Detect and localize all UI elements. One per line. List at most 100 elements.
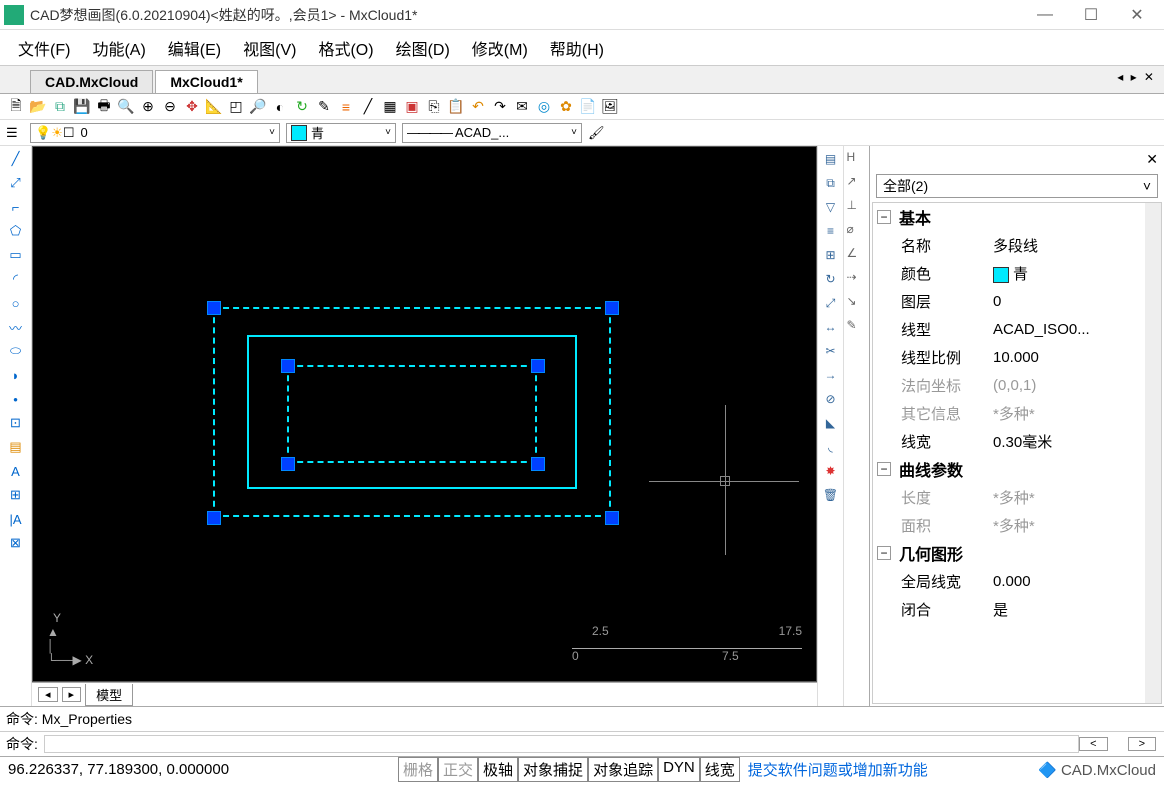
- leader-icon[interactable]: ↘: [847, 294, 867, 312]
- dim-radius-icon[interactable]: ⌀: [847, 222, 867, 240]
- text-icon[interactable]: A: [6, 462, 26, 480]
- dim-ang-icon[interactable]: ∠: [847, 246, 867, 264]
- layer-manager-icon[interactable]: ☰: [6, 125, 24, 141]
- scrollbar[interactable]: [1145, 203, 1161, 703]
- pan-icon[interactable]: ✥: [182, 97, 202, 117]
- mode-grid[interactable]: 栅格: [398, 757, 438, 782]
- open-icon[interactable]: 📂: [28, 97, 48, 117]
- rotate-icon[interactable]: ↻: [821, 270, 841, 288]
- move-icon[interactable]: ▤: [821, 150, 841, 168]
- line-icon[interactable]: ╱: [6, 150, 26, 168]
- ellarc-icon[interactable]: ◗: [6, 366, 26, 384]
- menu-modify[interactable]: 修改(M): [462, 32, 538, 64]
- group-basic[interactable]: −基本: [873, 203, 1161, 231]
- model-tab[interactable]: 模型: [85, 684, 133, 706]
- minimize-button[interactable]: —: [1022, 2, 1068, 28]
- zoom-icon[interactable]: 🔍: [116, 97, 136, 117]
- feedback-link[interactable]: 提交软件问题或增加新功能: [748, 759, 928, 780]
- panel-close-button[interactable]: ✕: [1146, 151, 1158, 168]
- menu-draw[interactable]: 绘图(D): [386, 32, 460, 64]
- prop-layer-val[interactable]: 0: [993, 293, 1161, 310]
- table-icon[interactable]: ⊞: [6, 486, 26, 504]
- selection-filter-combo[interactable]: 全部(2) ˅: [876, 174, 1158, 198]
- undo-icon[interactable]: ↶: [468, 97, 488, 117]
- layer-combo[interactable]: 💡 ☀ ☐ 0 ˅: [30, 123, 280, 143]
- extend-icon[interactable]: →: [821, 366, 841, 384]
- prop-linetype-val[interactable]: ACAD_ISO0...: [993, 321, 1161, 338]
- pdf-icon[interactable]: 📄: [578, 97, 598, 117]
- erase-icon[interactable]: 🗑: [821, 486, 841, 504]
- print-icon[interactable]: 🖶: [94, 97, 114, 117]
- measure-icon[interactable]: 📐: [204, 97, 224, 117]
- linetype-combo[interactable]: ———— ACAD_... ˅: [402, 123, 582, 143]
- explode-icon[interactable]: ✸: [821, 462, 841, 480]
- arc-icon[interactable]: ◜: [6, 270, 26, 288]
- zoom-prev-icon[interactable]: ◐: [270, 97, 290, 117]
- prop-ltscale-val[interactable]: 10.000: [993, 349, 1161, 366]
- scale-icon[interactable]: ⤢: [821, 294, 841, 312]
- scroll-right-button[interactable]: >: [1128, 737, 1156, 751]
- offset-icon[interactable]: ≡: [821, 222, 841, 240]
- insert-block-icon[interactable]: ⊡: [6, 414, 26, 432]
- copy-icon[interactable]: ⧉: [821, 174, 841, 192]
- break-icon[interactable]: ⊘: [821, 390, 841, 408]
- menu-help[interactable]: 帮助(H): [540, 32, 614, 64]
- rectangle-icon[interactable]: ▭: [6, 246, 26, 264]
- redo-icon[interactable]: ↷: [490, 97, 510, 117]
- menu-view[interactable]: 视图(V): [233, 32, 306, 64]
- insert-icon[interactable]: ▣: [402, 97, 422, 117]
- help-icon[interactable]: ◎: [534, 97, 554, 117]
- mode-otrack[interactable]: 对象追踪: [588, 757, 658, 782]
- circle-icon[interactable]: ○: [6, 294, 26, 312]
- layers-icon[interactable]: ⧉: [50, 97, 70, 117]
- mode-lwt[interactable]: 线宽: [700, 757, 740, 782]
- menu-edit[interactable]: 编辑(E): [158, 32, 231, 64]
- zoom-in-icon[interactable]: ⊕: [138, 97, 158, 117]
- properties-list[interactable]: −基本 名称多段线 颜色青 图层0 线型ACAD_ISO0... 线型比例10.…: [872, 202, 1162, 704]
- save-icon[interactable]: 💾: [72, 97, 92, 117]
- polygon-icon[interactable]: ⬠: [6, 222, 26, 240]
- ellipse-icon[interactable]: ⬭: [6, 342, 26, 360]
- maximize-button[interactable]: ☐: [1068, 2, 1114, 28]
- hatch-icon[interactable]: ▤: [6, 438, 26, 456]
- new-icon[interactable]: 🗎: [6, 97, 26, 117]
- region-icon[interactable]: ⊠: [6, 534, 26, 552]
- mtext-icon[interactable]: |A: [6, 510, 26, 528]
- mirror-icon[interactable]: ▽: [821, 198, 841, 216]
- settings-icon[interactable]: ✿: [556, 97, 576, 117]
- hatch-icon[interactable]: ✎: [314, 97, 334, 117]
- grad-icon[interactable]: ≡: [336, 97, 356, 117]
- dim-edit-icon[interactable]: ✎: [847, 318, 867, 336]
- menu-format[interactable]: 格式(O): [308, 32, 383, 64]
- mode-osnap[interactable]: 对象捕捉: [518, 757, 588, 782]
- mode-ortho[interactable]: 正交: [438, 757, 478, 782]
- array-icon[interactable]: ⊞: [821, 246, 841, 264]
- prop-lineweight-val[interactable]: 0.30毫米: [993, 431, 1161, 452]
- group-geometry[interactable]: −几何图形: [873, 539, 1161, 567]
- spline-icon[interactable]: 〰: [6, 318, 26, 336]
- copy-icon[interactable]: ⎘: [424, 97, 444, 117]
- redraw-icon[interactable]: ↻: [292, 97, 312, 117]
- block-icon[interactable]: ▦: [380, 97, 400, 117]
- scroll-left-button[interactable]: <: [1079, 737, 1107, 751]
- drawing-canvas[interactable]: Y ▲ │ └──▶ X 2.5 17.5 0 7.5: [32, 146, 817, 682]
- mode-polar[interactable]: 极轴: [478, 757, 518, 782]
- dim-ord-icon[interactable]: ⊥: [847, 198, 867, 216]
- image-icon[interactable]: 🖼: [600, 97, 620, 117]
- tab-inactive[interactable]: CAD.MxCloud: [30, 70, 153, 93]
- trim-icon[interactable]: ✂: [821, 342, 841, 360]
- group-curve[interactable]: −曲线参数: [873, 455, 1161, 483]
- tab-prev-button[interactable]: ◂: [38, 687, 58, 702]
- tab-next-button[interactable]: ▸: [62, 687, 82, 702]
- command-input[interactable]: [44, 735, 1079, 753]
- mode-dyn[interactable]: DYN: [658, 757, 700, 782]
- color-combo[interactable]: 青 ˅: [286, 123, 396, 143]
- pline-icon[interactable]: ⌐: [6, 198, 26, 216]
- dim-align-icon[interactable]: ↗: [847, 174, 867, 192]
- text-icon[interactable]: ✉: [512, 97, 532, 117]
- dim-linear-icon[interactable]: H: [847, 150, 867, 168]
- chamfer-icon[interactable]: ◣: [821, 414, 841, 432]
- tab-active[interactable]: MxCloud1*: [155, 70, 257, 93]
- dim-cont-icon[interactable]: ⇢: [847, 270, 867, 288]
- close-button[interactable]: ✕: [1114, 2, 1160, 28]
